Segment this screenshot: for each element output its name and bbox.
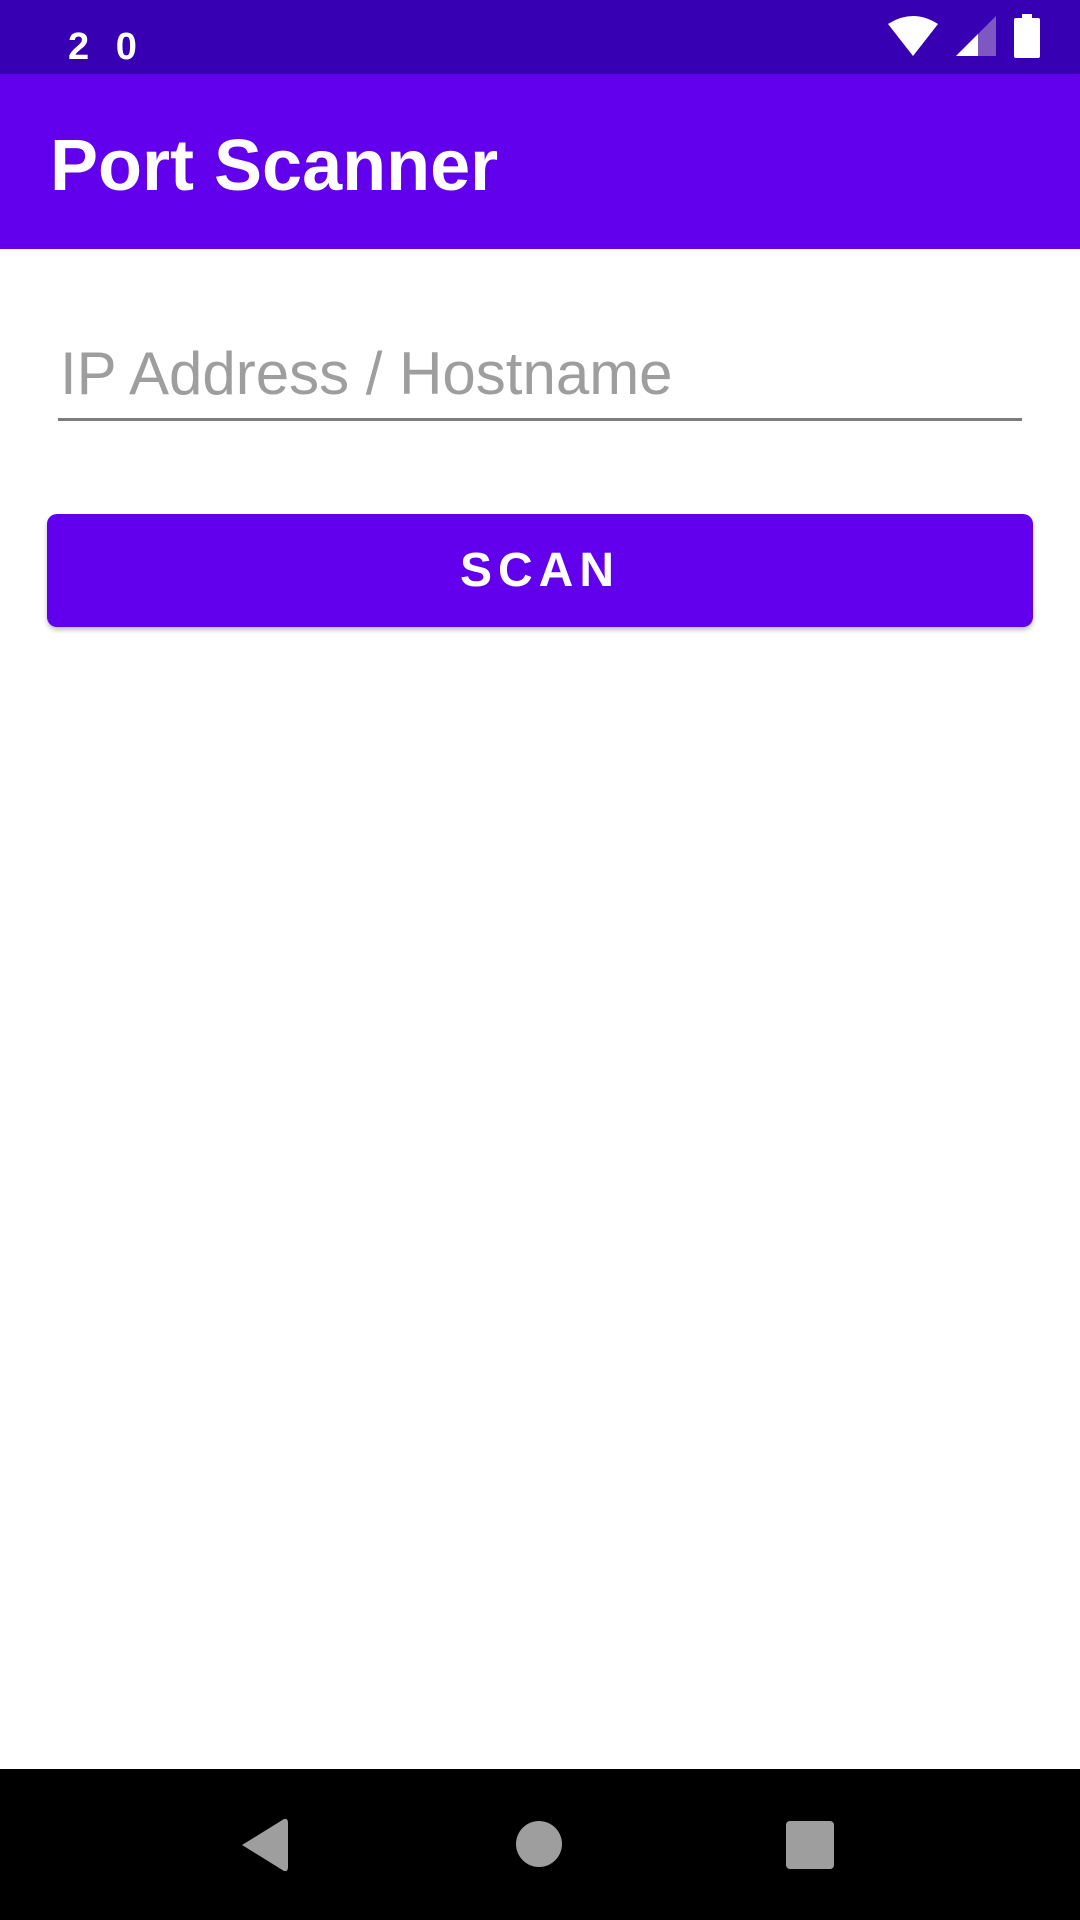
app-bar: Port Scanner: [0, 74, 1080, 249]
main-content: SCAN: [0, 249, 1080, 1769]
status-time: 2 0: [68, 26, 145, 68]
status-icons: [888, 13, 1040, 63]
cell-signal-icon: [956, 15, 996, 61]
battery-icon: [1014, 13, 1040, 63]
wifi-icon: [888, 15, 938, 61]
scan-button[interactable]: SCAN: [47, 514, 1033, 627]
navigation-bar: [0, 1769, 1080, 1920]
ip-address-input[interactable]: [58, 329, 1022, 421]
app-title: Port Scanner: [50, 126, 499, 206]
status-bar: 2 0: [0, 0, 1080, 74]
home-icon[interactable]: [516, 1821, 562, 1867]
back-icon[interactable]: [242, 1818, 290, 1876]
recents-icon[interactable]: [786, 1821, 834, 1869]
